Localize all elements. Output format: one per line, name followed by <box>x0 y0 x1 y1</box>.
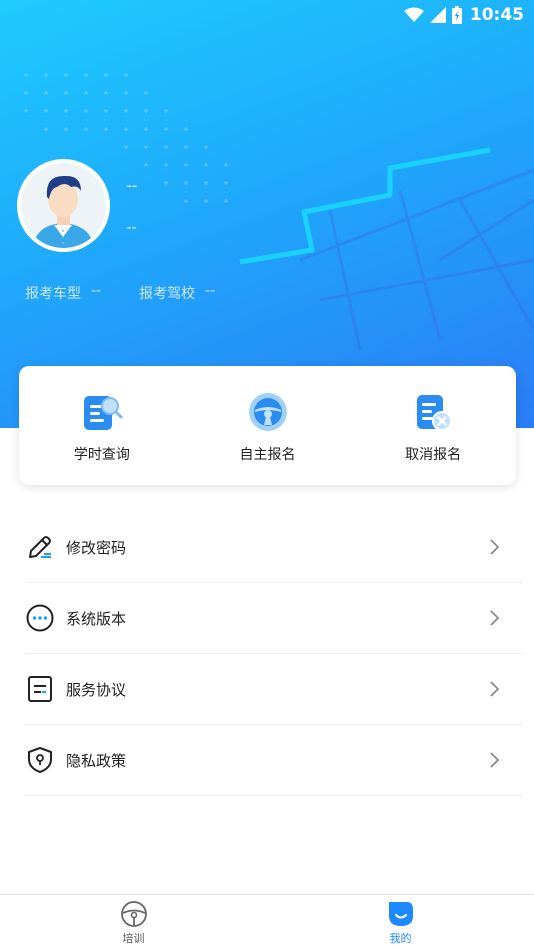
profile-header: 10:45 -- -- 报考车型 -- 报考驾校 -- <box>0 0 534 428</box>
privacy-policy-label: 隐私政策 <box>66 751 127 770</box>
cancel-registration-label: 取消报名 <box>405 447 462 463</box>
vehicle-type-label: 报考车型 <box>25 286 81 302</box>
menu-item-change-password[interactable]: 修改密码 <box>26 512 523 583</box>
system-version-label: 系统版本 <box>66 609 127 628</box>
chevron-right-icon <box>490 752 500 768</box>
document-cancel-icon <box>417 395 453 431</box>
menu-item-privacy-policy[interactable]: 隐私政策 <box>26 725 523 796</box>
driving-school-value: -- <box>205 283 216 299</box>
status-bar: 10:45 <box>0 0 534 30</box>
vehicle-type-info: 报考车型 -- <box>25 283 101 303</box>
study-hours-query-button[interactable]: 学时查询 <box>19 366 185 485</box>
tab-training-label: 培训 <box>122 931 145 945</box>
tab-training[interactable]: 培训 <box>0 895 267 950</box>
profile-icon <box>388 901 413 926</box>
agreement-document-icon <box>26 675 54 703</box>
user-name: -- <box>126 176 138 195</box>
cancel-registration-button[interactable]: 取消报名 <box>350 366 516 485</box>
study-hours-query-label: 学时查询 <box>73 447 130 463</box>
battery-icon <box>451 6 462 24</box>
chevron-right-icon <box>490 539 500 555</box>
steering-wheel-icon <box>248 393 287 431</box>
self-registration-label: 自主报名 <box>239 447 296 463</box>
settings-menu: 修改密码 系统版本 服务协议 隐私政策 <box>26 512 523 796</box>
tab-mine-label: 我的 <box>389 931 412 945</box>
avatar[interactable] <box>17 159 110 252</box>
bottom-navigation: 培训 我的 <box>0 894 534 950</box>
driving-school-info: 报考驾校 -- <box>139 283 215 303</box>
quick-actions-card: 学时查询 自主报名 取消报名 <box>19 366 516 485</box>
menu-item-service-agreement[interactable]: 服务协议 <box>26 654 523 725</box>
exam-info-row: 报考车型 -- 报考驾校 -- <box>25 283 253 303</box>
wifi-icon <box>403 7 424 22</box>
status-time: 10:45 <box>469 5 524 25</box>
shield-lock-icon <box>26 746 54 774</box>
more-dots-icon <box>26 604 54 632</box>
self-registration-button[interactable]: 自主报名 <box>185 366 351 485</box>
menu-item-system-version[interactable]: 系统版本 <box>26 583 523 654</box>
change-password-label: 修改密码 <box>66 538 127 557</box>
document-search-icon <box>83 396 123 430</box>
pencil-icon <box>26 533 54 561</box>
steering-wheel-icon <box>120 900 147 927</box>
signal-icon <box>429 7 446 23</box>
chevron-right-icon <box>490 610 500 626</box>
user-avatar-icon <box>33 175 94 248</box>
driving-school-label: 报考驾校 <box>139 286 196 302</box>
user-subtitle: -- <box>126 218 137 236</box>
chevron-right-icon <box>490 681 500 697</box>
vehicle-type-value: -- <box>91 283 102 299</box>
service-agreement-label: 服务协议 <box>66 680 127 699</box>
tab-mine[interactable]: 我的 <box>267 895 534 950</box>
